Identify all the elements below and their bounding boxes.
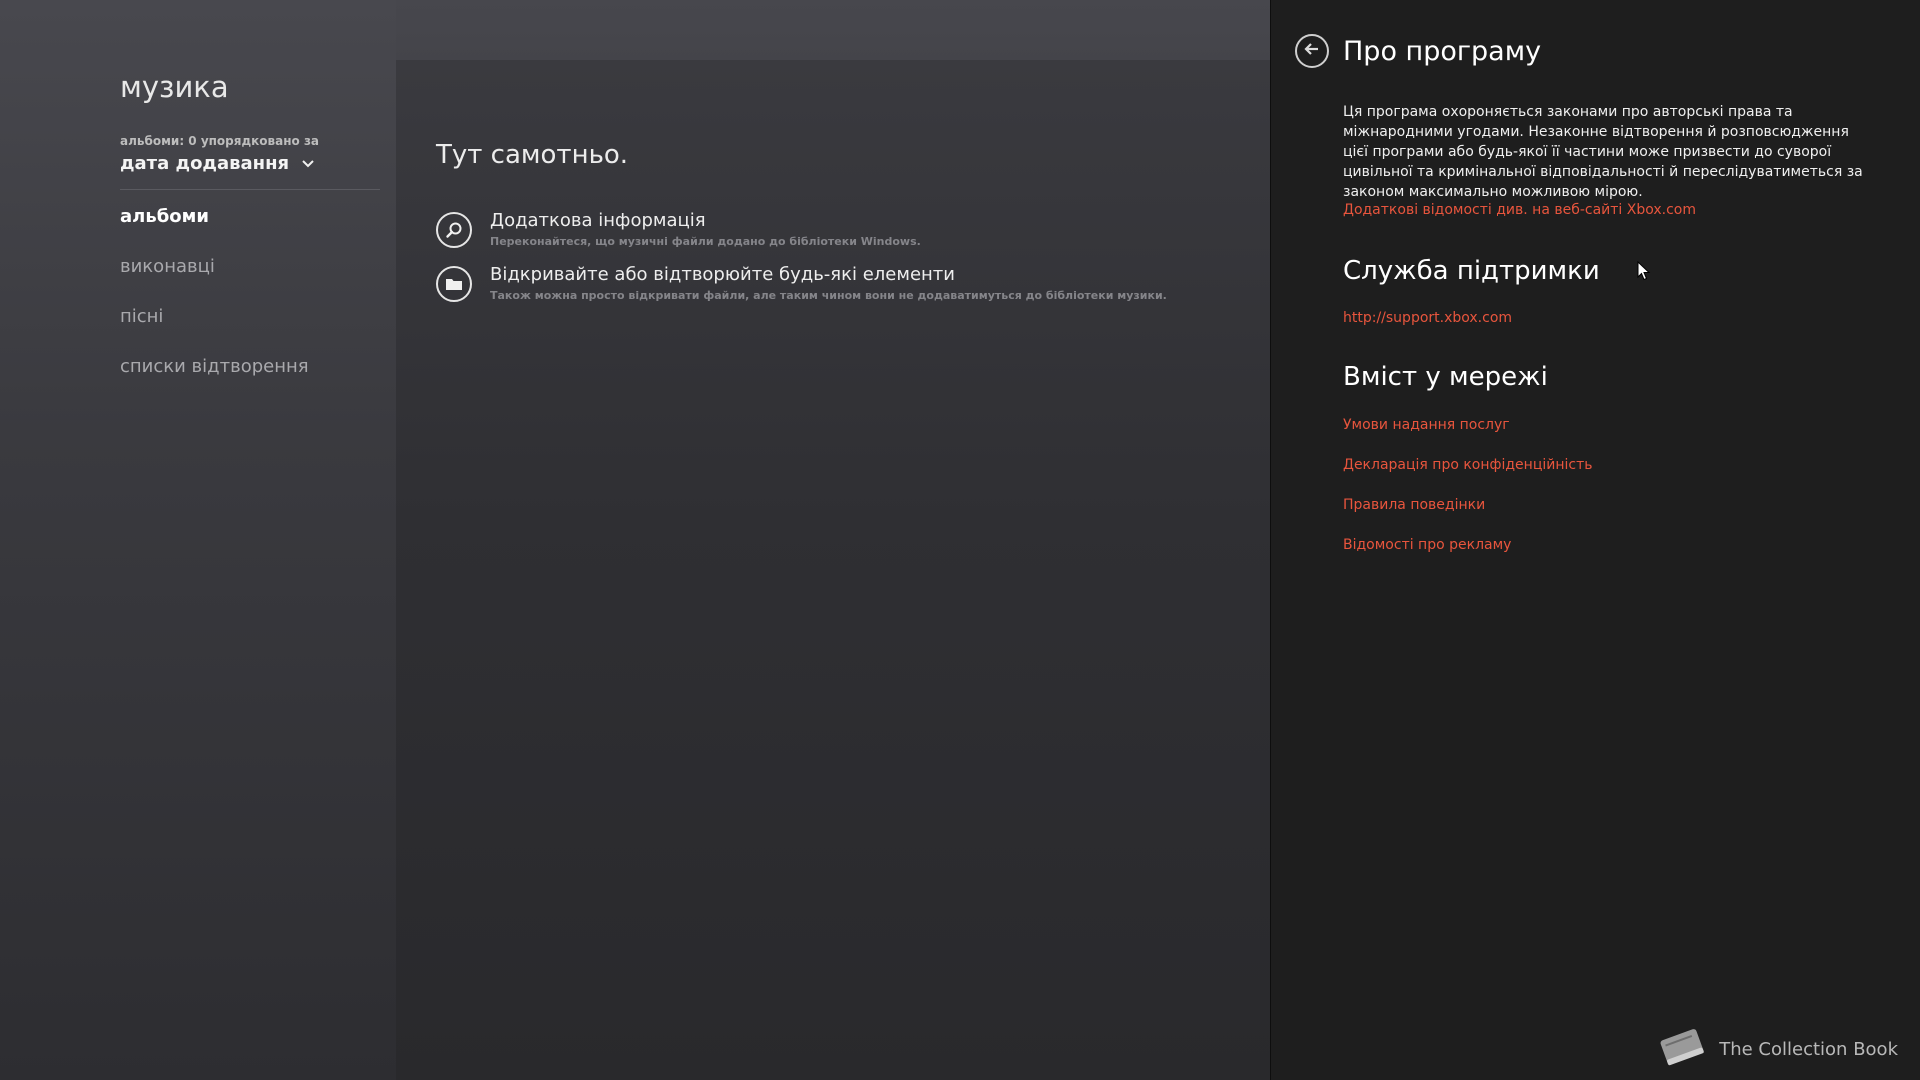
folder-icon	[436, 266, 472, 302]
advertising-info-link[interactable]: Відомості про рекламу	[1343, 537, 1511, 553]
nav-item-artists[interactable]: виконавці	[120, 256, 309, 306]
about-title: Про програму	[1343, 36, 1542, 67]
open-files-action[interactable]: Відкривайте або відтворюйте будь-які еле…	[436, 264, 1167, 302]
sort-dropdown[interactable]: дата додавання	[120, 153, 315, 174]
about-panel: Про програму Ця програма охороняється за…	[1270, 0, 1920, 1080]
support-heading: Служба підтримки	[1343, 256, 1600, 286]
xbox-details-link[interactable]: Додаткові відомості див. на веб-сайті Xb…	[1343, 202, 1696, 218]
privacy-statement-link[interactable]: Декларація про конфіденційність	[1343, 457, 1593, 473]
open-files-title: Відкривайте або відтворюйте будь-які еле…	[490, 264, 955, 285]
search-icon	[436, 212, 472, 248]
sort-caption: альбоми: 0 упорядковано за	[120, 134, 320, 148]
nav-item-songs[interactable]: пісні	[120, 306, 309, 356]
more-info-description: Переконайтеся, що музичні файли додано д…	[490, 235, 921, 248]
more-info-title: Додаткова інформація	[490, 210, 706, 231]
app-title: музика	[120, 70, 229, 104]
nav-item-albums[interactable]: альбоми	[120, 206, 309, 256]
terms-of-service-link[interactable]: Умови надання послуг	[1343, 417, 1510, 433]
book-icon	[1655, 1024, 1709, 1074]
navigation-pane: музика альбоми: 0 упорядковано за дата д…	[0, 0, 396, 1080]
watermark: The Collection Book	[1655, 1024, 1898, 1074]
support-link[interactable]: http://support.xbox.com	[1343, 310, 1512, 326]
empty-state-heading: Тут самотньо.	[436, 140, 629, 170]
back-arrow-icon	[1303, 40, 1321, 62]
copyright-notice: Ця програма охороняється законами про ав…	[1343, 104, 1863, 200]
mouse-cursor-icon	[1637, 260, 1651, 281]
code-of-conduct-link[interactable]: Правила поведінки	[1343, 497, 1485, 513]
main-content: Тут самотньо. Додаткова інформація Перек…	[396, 60, 1270, 1080]
open-files-description: Також можна просто відкривати файли, але…	[490, 289, 1167, 302]
watermark-text: The Collection Book	[1719, 1038, 1898, 1060]
nav-list: альбоми виконавці пісні списки відтворен…	[120, 206, 309, 406]
back-button[interactable]	[1295, 34, 1329, 68]
nav-divider	[120, 189, 380, 190]
chevron-down-icon	[301, 157, 315, 171]
sort-selected-value: дата додавання	[120, 153, 290, 174]
online-content-heading: Вміст у мережі	[1343, 362, 1548, 392]
more-info-action[interactable]: Додаткова інформація Переконайтеся, що м…	[436, 210, 921, 248]
app-window: музика альбоми: 0 упорядковано за дата д…	[0, 0, 1920, 1080]
nav-item-playlists[interactable]: списки відтворення	[120, 356, 309, 406]
